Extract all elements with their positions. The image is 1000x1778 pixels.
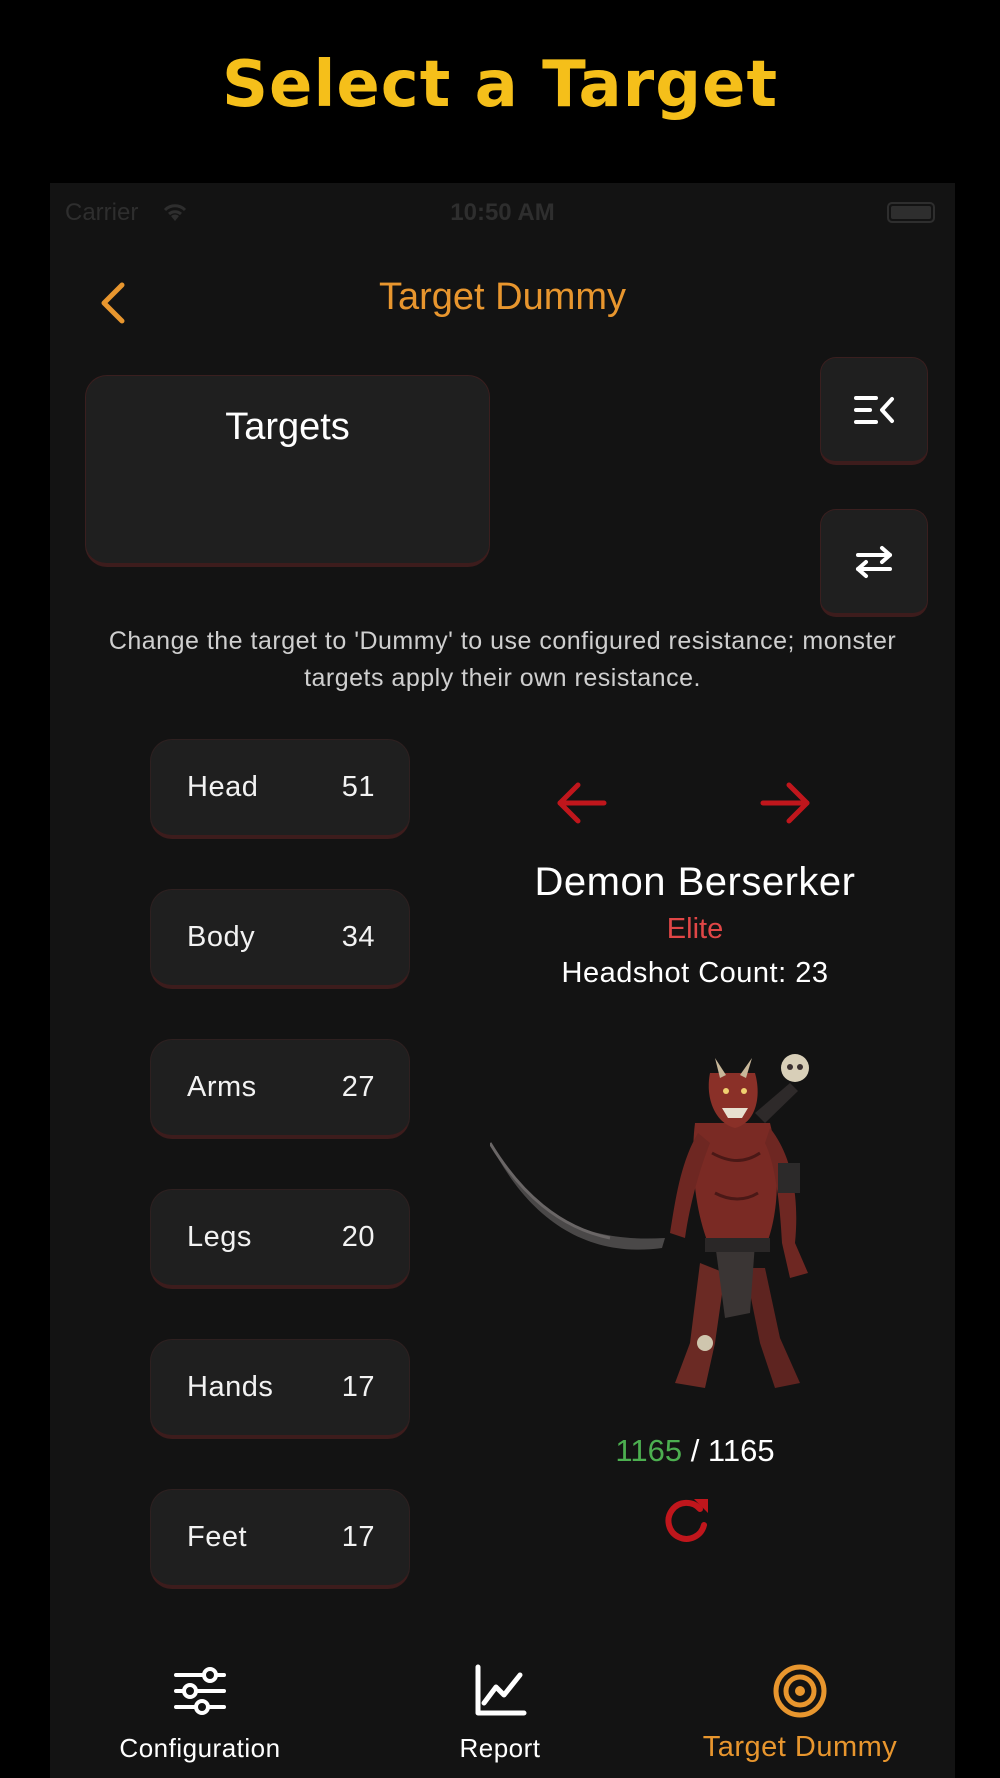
swap-button[interactable] — [820, 509, 928, 617]
tab-label: Target Dummy — [702, 1731, 898, 1763]
body-part-name: Body — [187, 921, 256, 953]
chart-line-icon — [475, 1664, 527, 1716]
tab-bar: Configuration Report Target Dummy — [50, 1663, 955, 1778]
previous-monster-arrow-icon[interactable] — [552, 773, 612, 833]
body-part-body[interactable]: Body 34 — [150, 889, 410, 989]
resistance-info-text: Change the target to 'Dummy' to use conf… — [108, 627, 897, 692]
status-time: 10:50 AM — [450, 199, 555, 226]
monster-name: Demon Berserker — [534, 860, 856, 904]
hp-max: 1165 — [707, 1433, 775, 1468]
body-part-name: Legs — [187, 1221, 252, 1253]
demon-berserker-image — [490, 1054, 809, 1388]
targets-label: Targets — [225, 406, 350, 448]
swap-arrows-icon — [856, 545, 892, 578]
tab-label: Report — [459, 1733, 541, 1763]
body-part-hands[interactable]: Hands 17 — [150, 1339, 410, 1439]
body-part-name: Arms — [187, 1071, 257, 1103]
refresh-icon[interactable] — [660, 1495, 712, 1547]
battery-icon — [887, 202, 935, 223]
monster-rank: Elite — [666, 913, 724, 945]
phone-screen: Carrier 10:50 AM Target Dummy Targets Ch… — [50, 183, 955, 1778]
tab-configuration[interactable]: Configuration — [50, 1663, 350, 1778]
body-part-name: Head — [187, 771, 259, 803]
targets-selector[interactable]: Targets — [85, 375, 490, 567]
next-monster-arrow-icon[interactable] — [755, 773, 815, 833]
target-icon — [773, 1664, 827, 1718]
body-part-value: 17 — [341, 1521, 375, 1553]
status-bar: Carrier 10:50 AM — [50, 183, 955, 245]
headshot-count: Headshot Count: 23 — [561, 957, 829, 989]
body-part-legs[interactable]: Legs 20 — [150, 1189, 410, 1289]
menu-collapse-icon — [854, 395, 894, 424]
body-part-value: 34 — [341, 921, 375, 953]
body-part-head[interactable]: Head 51 — [150, 739, 410, 839]
menu-collapse-button[interactable] — [820, 357, 928, 465]
body-part-value: 20 — [341, 1221, 375, 1253]
sliders-icon — [174, 1667, 226, 1715]
tab-report[interactable]: Report — [350, 1663, 650, 1778]
body-part-arms[interactable]: Arms 27 — [150, 1039, 410, 1139]
hp-current: 1165 — [615, 1433, 683, 1468]
tab-label: Configuration — [119, 1733, 281, 1763]
body-part-value: 17 — [341, 1371, 375, 1403]
tab-target-dummy[interactable]: Target Dummy — [650, 1663, 950, 1778]
nav-title: Target Dummy — [378, 276, 627, 318]
hp-separator: / — [682, 1433, 708, 1468]
body-part-value: 27 — [341, 1071, 375, 1103]
body-part-name: Feet — [187, 1521, 248, 1553]
page-headline: Select a Target — [221, 48, 779, 122]
body-part-value: 51 — [341, 771, 375, 803]
body-part-name: Hands — [187, 1371, 274, 1403]
body-part-feet[interactable]: Feet 17 — [150, 1489, 410, 1589]
hp-display: 1165 / 1165 — [470, 1433, 920, 1469]
